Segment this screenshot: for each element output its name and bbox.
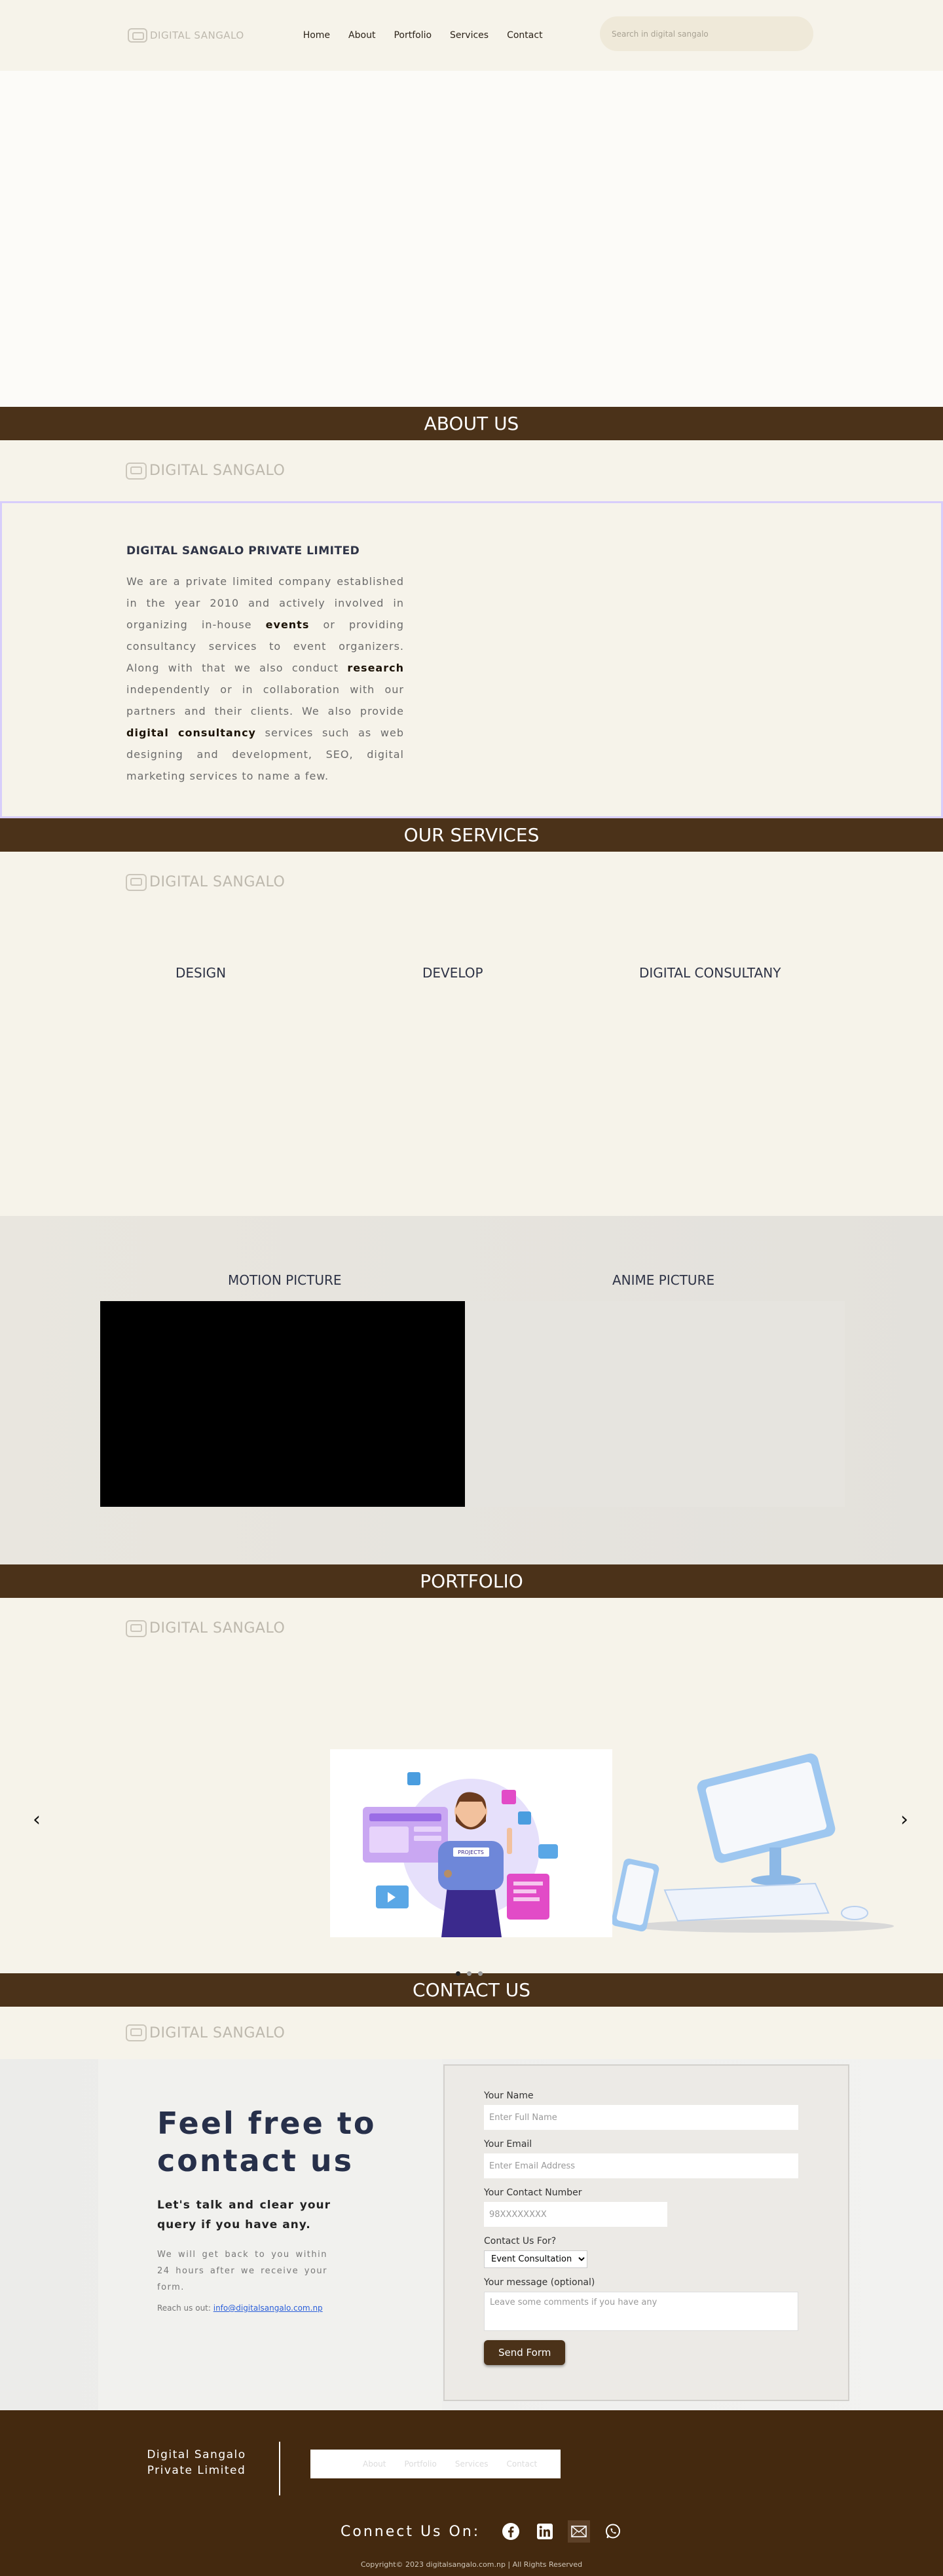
footer-link-contact[interactable]: Contact [506, 2459, 537, 2469]
site-footer: Digital Sangalo Private Limited About Po… [0, 2410, 943, 2576]
services-logo-row: DIGITAL SANGALO [0, 852, 943, 913]
portfolio-logo-row: DIGITAL SANGALO [0, 1598, 943, 1659]
phone-field[interactable] [484, 2202, 667, 2227]
projects-badge-text: PROJECTS [458, 1849, 484, 1855]
logo-text: DIGITAL SANGALO [149, 874, 286, 890]
media-section: MOTION PICTURE ANIME PICTURE [0, 1216, 943, 1564]
keyword-events: events [265, 618, 310, 631]
carousel-dot[interactable] [467, 1971, 472, 1976]
anime-picture-frame [465, 1301, 845, 1507]
name-field[interactable] [484, 2105, 798, 2130]
section-logo: DIGITAL SANGALO [126, 2024, 285, 2041]
whatsapp-icon[interactable] [602, 2520, 624, 2543]
service-develop: DEVELOP [422, 965, 483, 981]
site-logo[interactable]: DIGITAL SANGALO [128, 28, 244, 43]
copyright-text: Copyright© 2023 digitalsangalo.com.np | … [360, 2560, 583, 2569]
carousel-next-arrow-icon[interactable]: › [900, 1808, 908, 1831]
contact-heading: CONTACT US [0, 1973, 943, 2007]
logo-mark-icon [126, 2024, 147, 2041]
logo-mark-icon [126, 462, 147, 480]
carousel-prev-arrow-icon[interactable]: ‹ [33, 1808, 41, 1831]
about-section: DIGITAL SANGALO PRIVATE LIMITED We are a… [0, 501, 943, 818]
nav-link-portfolio[interactable]: Portfolio [394, 30, 432, 41]
message-field[interactable] [484, 2292, 798, 2331]
contact-for-select[interactable]: Event Consultation [484, 2250, 587, 2268]
services-section: DESIGN DEVELOP DIGITAL CONSULTANY [0, 913, 943, 1216]
section-logo: DIGITAL SANGALO [126, 462, 286, 480]
contact-intro: Feel free to contact us Let's talk and c… [98, 2059, 442, 2410]
contact-section: Feel free to contact us Let's talk and c… [0, 2059, 943, 2410]
nav-link-about[interactable]: About [348, 30, 375, 41]
services-heading: OUR SERVICES [0, 818, 943, 852]
logo-text: DIGITAL SANGALO [149, 1620, 286, 1637]
about-paragraph: We are a private limited company establi… [126, 571, 404, 787]
footer-link-about[interactable]: About [363, 2459, 386, 2469]
top-navbar: DIGITAL SANGALO Home About Portfolio Ser… [0, 0, 943, 71]
logo-text: DIGITAL SANGALO [149, 463, 286, 479]
contact-title: Feel free to contact us [157, 2106, 377, 2178]
connect-label: Connect Us On: [341, 2523, 481, 2540]
about-logo-row: DIGITAL SANGALO [0, 440, 943, 501]
carousel-dot[interactable] [478, 1971, 483, 1976]
send-form-button[interactable]: Send Form [484, 2340, 566, 2365]
contact-form: Your Name Your Email Your Contact Number… [443, 2064, 849, 2401]
contact-reach: Reach us out: info@digitalsangalo.com.np [157, 2303, 442, 2313]
carousel-dot[interactable] [456, 1971, 460, 1976]
footer-link-services[interactable]: Services [455, 2459, 489, 2469]
contact-email-link[interactable]: info@digitalsangalo.com.np [213, 2303, 323, 2313]
contact-lead: Let's talk and clear your query if you h… [157, 2199, 331, 2231]
phone-label: Your Contact Number [484, 2188, 582, 2198]
carousel-slide-developer: PROJECTS [330, 1749, 612, 1937]
email-label: Your Email [484, 2139, 532, 2150]
service-digital-consultancy: DIGITAL CONSULTANY [639, 965, 781, 981]
footer-company: Digital Sangalo Private Limited [147, 2448, 246, 2477]
logo-text: DIGITAL SANGALO [149, 2024, 286, 2041]
section-logo: DIGITAL SANGALO [126, 1619, 286, 1637]
about-text: independently or in collaboration with o… [126, 683, 404, 717]
logo-mark-icon [128, 28, 147, 43]
hero-section [0, 71, 943, 407]
footer-link-portfolio[interactable]: Portfolio [404, 2459, 436, 2469]
nav-links: Home About Portfolio Services Contact [303, 30, 543, 41]
service-design: DESIGN [176, 965, 227, 981]
nav-link-contact[interactable]: Contact [507, 30, 542, 41]
carousel-indicators [456, 1971, 483, 1976]
message-label: Your message (optional) [484, 2277, 595, 2288]
contact-logo-row: DIGITAL SANGALO [0, 2007, 943, 2059]
developer-illustration: PROJECTS [363, 1772, 558, 1937]
about-heading: ABOUT US [0, 407, 943, 440]
search-input[interactable] [600, 16, 813, 51]
carousel-slide-computer [612, 1749, 894, 1937]
portfolio-heading: PORTFOLIO [0, 1564, 943, 1598]
connect-row: Connect Us On: [341, 2520, 624, 2543]
footer-links: About Portfolio Services Contact [310, 2450, 561, 2478]
contact-response-note: We will get back to you within 24 hours … [157, 2250, 327, 2292]
anime-picture-label: ANIME PICTURE [612, 1272, 715, 1288]
computer-illustration [612, 1753, 894, 1933]
company-name: DIGITAL SANGALO PRIVATE LIMITED [126, 544, 360, 558]
logo-mark-icon [126, 1619, 147, 1637]
section-logo: DIGITAL SANGALO [126, 873, 286, 891]
logo-mark-icon [126, 873, 147, 891]
contact-for-label: Contact Us For? [484, 2236, 557, 2246]
portfolio-carousel: ‹ PROJECTS › [0, 1659, 943, 1976]
motion-video-player[interactable] [100, 1301, 465, 1507]
email-field[interactable] [484, 2153, 798, 2178]
mail-icon[interactable] [568, 2520, 591, 2543]
keyword-digital-consultancy: digital consultancy [126, 727, 256, 739]
facebook-icon[interactable] [500, 2520, 522, 2543]
motion-picture-label: MOTION PICTURE [228, 1272, 342, 1288]
footer-divider [279, 2442, 280, 2495]
nav-link-home[interactable]: Home [303, 30, 330, 41]
linkedin-icon[interactable] [534, 2520, 556, 2543]
reach-prefix: Reach us out: [157, 2303, 213, 2313]
logo-text: DIGITAL SANGALO [150, 29, 244, 41]
keyword-research: research [347, 662, 404, 674]
nav-link-services[interactable]: Services [450, 30, 489, 41]
name-label: Your Name [484, 2091, 534, 2101]
